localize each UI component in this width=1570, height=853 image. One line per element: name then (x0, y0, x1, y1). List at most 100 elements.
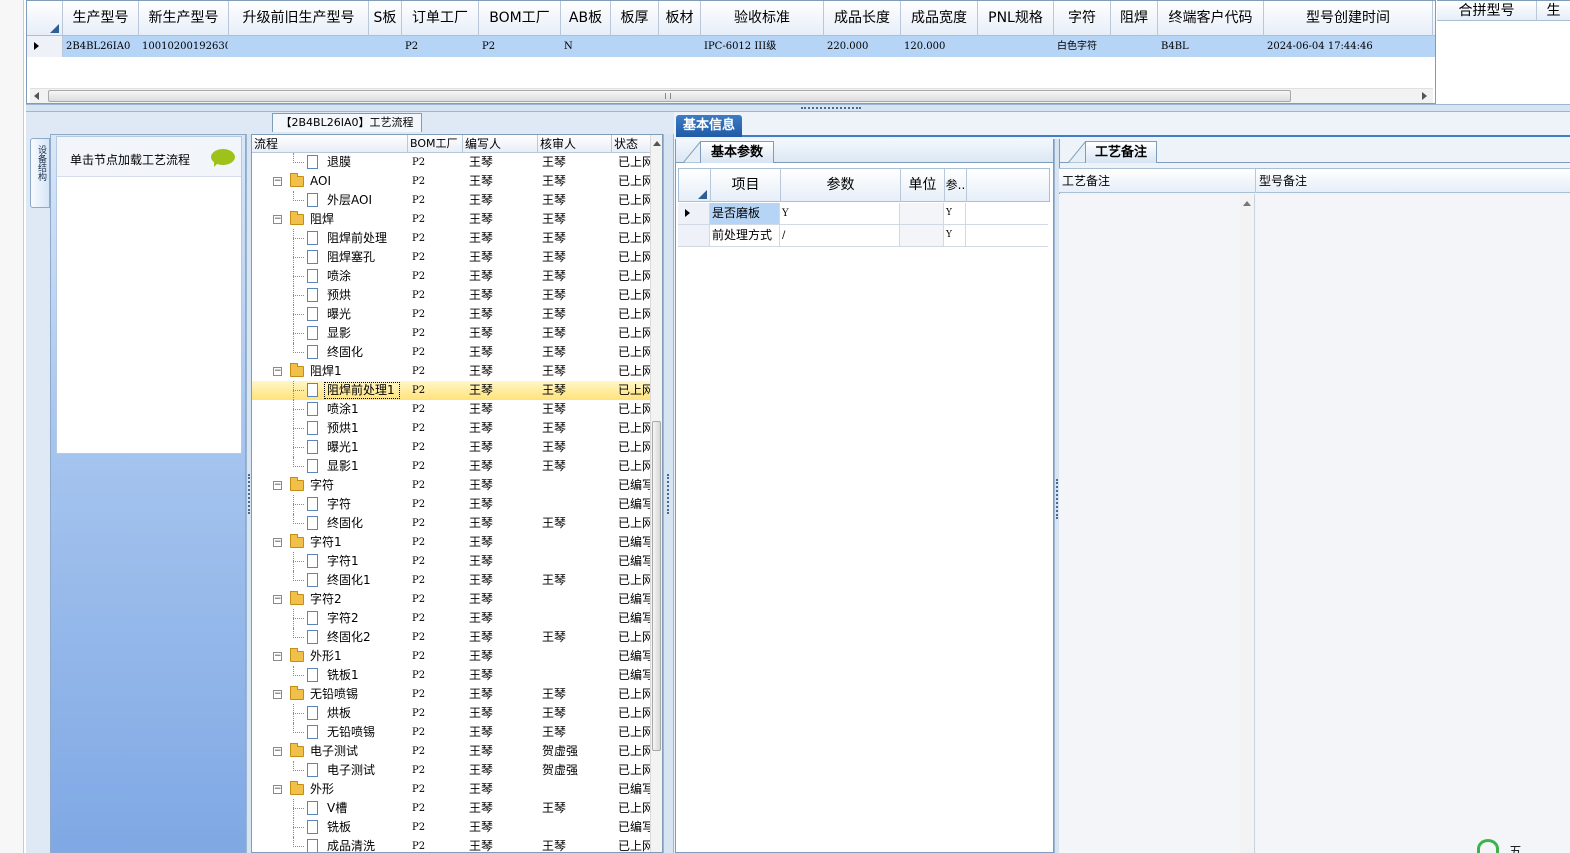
tree-node-row[interactable]: 字符1 P2 王琴 已编写 (252, 552, 652, 571)
writer-cell[interactable]: 王琴 (463, 704, 538, 723)
tree-node-row[interactable]: 烘板 P2 王琴 王琴 已上网 (252, 704, 652, 723)
table-cell[interactable]: B4BL (1158, 36, 1264, 57)
bom-cell[interactable]: P2 (408, 571, 463, 590)
scroll-right-icon[interactable] (1422, 92, 1427, 100)
table-cell[interactable]: N (561, 36, 611, 57)
tree-flow-cell[interactable]: 成品清洗 (252, 837, 408, 852)
bom-cell[interactable]: P2 (408, 476, 463, 495)
table-cell[interactable]: 220.000 (824, 36, 901, 57)
bom-cell[interactable]: P2 (408, 590, 463, 609)
bom-cell[interactable]: P2 (408, 381, 463, 400)
tree-node-row[interactable]: 预烘 P2 王琴 王琴 已上网 (252, 286, 652, 305)
table-cell[interactable]: Y (944, 203, 966, 224)
bom-cell[interactable]: P2 (408, 324, 463, 343)
writer-cell[interactable]: 王琴 (463, 286, 538, 305)
bom-cell[interactable]: P2 (408, 400, 463, 419)
tree-flow-cell[interactable]: 阻焊塞孔 (252, 248, 408, 267)
bom-cell[interactable]: P2 (408, 153, 463, 172)
tree-flow-cell[interactable]: − 字符1 (252, 533, 408, 552)
table-cell[interactable] (978, 36, 1054, 57)
tree-node-row[interactable]: 阻焊前处理1 P2 王琴 王琴 已上网 (252, 381, 652, 400)
checker-cell[interactable]: 王琴 (538, 343, 612, 362)
checker-cell[interactable]: 王琴 (538, 837, 612, 852)
bom-cell[interactable]: P2 (408, 742, 463, 761)
writer-cell[interactable]: 王琴 (463, 837, 538, 852)
checker-cell[interactable]: 王琴 (538, 229, 612, 248)
tree-group-row[interactable]: − 无铅喷锡 P2 王琴 王琴 已上网 (252, 685, 652, 704)
col-header[interactable]: PNL规格 (978, 1, 1054, 36)
tree-node-row[interactable]: 显影1 P2 王琴 王琴 已上网 (252, 457, 652, 476)
tree-flow-cell[interactable]: 铣板 (252, 818, 408, 837)
status-cell[interactable]: 已编写 (612, 476, 652, 495)
col-header[interactable]: 参数 (781, 169, 901, 202)
table-row[interactable]: 2B4BL26IA0 10010200192630 P2 P2 N IPC-60… (27, 36, 1435, 57)
writer-cell[interactable]: 王琴 (463, 400, 538, 419)
horizontal-splitter[interactable] (26, 104, 1570, 112)
bom-cell[interactable]: P2 (408, 286, 463, 305)
tree-flow-cell[interactable]: 烘板 (252, 704, 408, 723)
collapse-icon[interactable]: − (273, 367, 282, 376)
bom-cell[interactable]: P2 (408, 267, 463, 286)
tree-node-row[interactable]: 电子测试 P2 王琴 贺虚强 已上网 (252, 761, 652, 780)
collapse-icon[interactable]: − (273, 690, 282, 699)
bom-cell[interactable]: P2 (408, 229, 463, 248)
tree-node-row[interactable]: 终固化1 P2 王琴 王琴 已上网 (252, 571, 652, 590)
table-cell[interactable]: IPC-6012 III级 (701, 36, 824, 57)
writer-cell[interactable]: 王琴 (463, 362, 538, 381)
table-cell[interactable]: / (780, 225, 900, 246)
checker-cell[interactable]: 王琴 (538, 286, 612, 305)
table-cell[interactable] (966, 225, 1048, 246)
tree-flow-cell[interactable]: − 阻焊 (252, 210, 408, 229)
checker-cell[interactable] (538, 609, 612, 628)
status-cell[interactable]: 已上网 (612, 457, 652, 476)
writer-cell[interactable]: 王琴 (463, 761, 538, 780)
process-tree-grid[interactable]: 流程 BOM工厂 编写人 核审人 状态 退膜 P2 王琴 王琴 已上网 − AOI P2 王琴王… (251, 134, 663, 853)
status-cell[interactable]: 已上网 (612, 172, 652, 191)
status-cell[interactable]: 已编写 (612, 818, 652, 837)
scroll-up-icon[interactable] (1243, 201, 1251, 206)
table-cell[interactable] (900, 225, 944, 246)
table-cell[interactable]: Y (780, 203, 900, 224)
writer-cell[interactable]: 王琴 (463, 248, 538, 267)
bom-cell[interactable]: P2 (408, 761, 463, 780)
col-header[interactable]: 升级前旧生产型号 (229, 1, 369, 36)
col-header[interactable]: 生产型号 (63, 1, 139, 36)
tree-group-row[interactable]: − 电子测试 P2 王琴 贺虚强 已上网 (252, 742, 652, 761)
col-header[interactable]: 订单工厂 (402, 1, 479, 36)
col-header[interactable]: 型号备注 (1256, 169, 1570, 193)
writer-cell[interactable]: 王琴 (463, 685, 538, 704)
status-cell[interactable]: 已上网 (612, 267, 652, 286)
bom-cell[interactable]: P2 (408, 818, 463, 837)
side-tab-equipment[interactable]: 设备结构 (30, 138, 50, 208)
checker-cell[interactable]: 王琴 (538, 248, 612, 267)
bom-cell[interactable]: P2 (408, 210, 463, 229)
table-cell[interactable]: 是否磨板 (710, 203, 780, 224)
status-cell[interactable]: 已上网 (612, 191, 652, 210)
checker-cell[interactable]: 王琴 (538, 457, 612, 476)
status-cell[interactable]: 已上网 (612, 685, 652, 704)
bom-cell[interactable]: P2 (408, 438, 463, 457)
col-header[interactable]: 成品宽度 (901, 1, 978, 36)
collapse-icon[interactable]: − (273, 177, 282, 186)
bom-cell[interactable]: P2 (408, 780, 463, 799)
col-header[interactable]: 板厚 (611, 1, 659, 36)
writer-cell[interactable]: 王琴 (463, 571, 538, 590)
writer-cell[interactable]: 王琴 (463, 818, 538, 837)
status-cell[interactable]: 已上网 (612, 305, 652, 324)
vertical-scrollbar[interactable] (1240, 194, 1254, 853)
writer-cell[interactable]: 王琴 (463, 324, 538, 343)
checker-cell[interactable] (538, 818, 612, 837)
col-header[interactable]: 成品长度 (824, 1, 901, 36)
status-cell[interactable]: 已上网 (612, 628, 652, 647)
col-header[interactable]: 工艺备注 (1059, 169, 1256, 193)
collapse-icon[interactable]: − (273, 595, 282, 604)
tree-flow-cell[interactable]: − 字符2 (252, 590, 408, 609)
writer-cell[interactable]: 王琴 (463, 533, 538, 552)
bom-cell[interactable]: P2 (408, 666, 463, 685)
writer-cell[interactable]: 王琴 (463, 609, 538, 628)
collapse-icon[interactable]: − (273, 785, 282, 794)
checker-cell[interactable]: 王琴 (538, 685, 612, 704)
tree-node-row[interactable]: 终固化2 P2 王琴 王琴 已上网 (252, 628, 652, 647)
status-cell[interactable]: 已上网 (612, 438, 652, 457)
writer-cell[interactable]: 王琴 (463, 514, 538, 533)
